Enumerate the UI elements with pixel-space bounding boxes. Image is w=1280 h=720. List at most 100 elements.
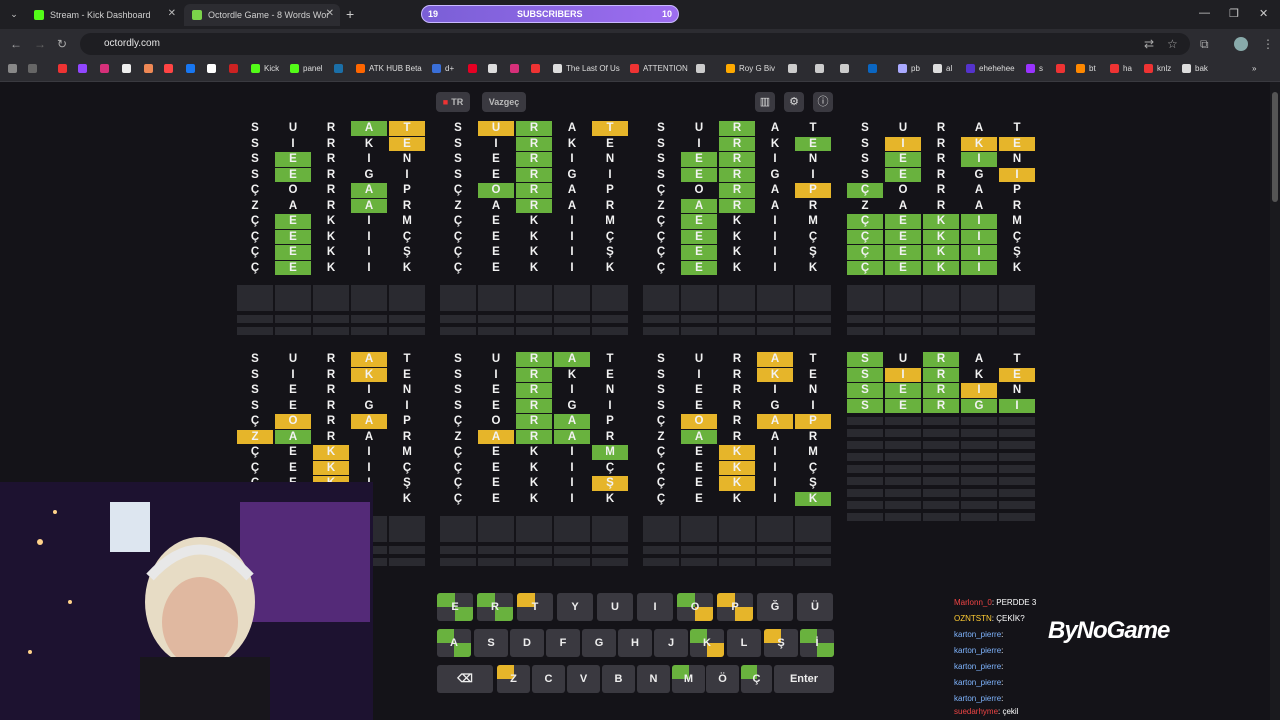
close-window-icon[interactable]: ✕ [1259,7,1268,20]
steam-icon[interactable] [334,64,347,73]
letter-tile: Ş [403,246,411,258]
key-ö[interactable]: Ö [706,665,739,693]
key-b[interactable]: B [602,665,635,693]
bookmark-roy-g-biv[interactable]: Roy G Biv [726,64,775,73]
bookmark-pb[interactable]: pb [898,64,920,73]
key-c[interactable]: C [532,665,565,693]
site-icon[interactable] [531,64,544,73]
minimize-icon[interactable]: — [1199,7,1210,19]
backspace-key[interactable]: ⌫ [437,665,493,693]
scrollbar-thumb[interactable] [1272,92,1278,202]
letter-tile: E [681,245,717,260]
bookmark-bak[interactable]: bak [1182,64,1208,73]
key-v[interactable]: V [567,665,600,693]
maximize-icon[interactable]: ❐ [1229,7,1239,20]
stats-icon[interactable]: ▥ [755,92,775,112]
key-h[interactable]: H [618,629,652,657]
key-g[interactable]: G [582,629,616,657]
bookmark-last-of-us[interactable]: The Last Of Us [553,64,620,73]
bookmark-ehehehee[interactable]: ehehehee [966,64,1015,73]
bookmark-panel[interactable]: panel [290,64,323,73]
bookmark-star-icon[interactable]: ☆ [1167,37,1178,51]
x-icon[interactable] [207,64,220,73]
bookmark-kick[interactable]: Kick [251,64,279,73]
key-e[interactable]: E [437,593,473,621]
site-icon[interactable] [1056,64,1069,73]
linkedin-icon[interactable] [868,64,881,73]
back-icon[interactable]: ← [10,37,22,51]
more-bookmarks-icon[interactable]: » [1252,64,1256,73]
url-field[interactable]: octordly.com [80,33,1190,55]
key-f[interactable]: F [546,629,580,657]
translate-icon[interactable]: ⇄ [1144,37,1154,51]
key-u[interactable]: U [597,593,633,621]
tab-search-icon[interactable]: ⌄ [6,6,22,22]
site-icon[interactable] [696,64,709,73]
grid-icon[interactable] [28,64,41,73]
youtube-icon[interactable] [58,64,71,73]
scrollbar[interactable] [1270,82,1280,720]
key-n[interactable]: N [637,665,670,693]
bookmark-dplus[interactable]: d+ [432,64,454,73]
forward-icon[interactable]: → [34,37,46,51]
site-icon[interactable] [815,64,828,73]
key-o[interactable]: O [677,593,713,621]
bookmark-s[interactable]: s [1026,64,1043,73]
key-a[interactable]: A [437,629,471,657]
language-button[interactable]: ■ TR [436,92,470,112]
enter-key[interactable]: Enter [774,665,834,693]
menu-icon[interactable]: ⋮ [1262,37,1274,51]
key-ç[interactable]: Ç [741,665,772,693]
new-tab-icon[interactable]: + [346,6,354,22]
key-d[interactable]: D [510,629,544,657]
key-k[interactable]: K [690,629,724,657]
instagram-icon[interactable] [510,64,523,73]
tab-kick-dashboard[interactable]: Stream - Kick Dashboard ✕ [26,4,182,26]
snapchat-icon[interactable] [122,64,135,73]
letter-tile: G [364,399,374,412]
site-icon[interactable] [788,64,801,73]
instagram-icon[interactable] [100,64,113,73]
key-i[interactable]: I [637,593,673,621]
apps-icon[interactable] [8,64,21,73]
close-icon[interactable]: ✕ [168,8,176,19]
site-icon[interactable] [840,64,853,73]
key-ğ[interactable]: Ğ [757,593,793,621]
kick-icon [34,10,44,20]
site-icon[interactable] [144,64,157,73]
key-i̇[interactable]: İ [800,629,834,657]
key-j[interactable]: J [654,629,688,657]
twitch-icon[interactable] [78,64,91,73]
bookmark-bt[interactable]: bt [1076,64,1096,73]
bookmark-ha[interactable]: ha [1110,64,1132,73]
info-icon[interactable]: ⓘ [813,92,833,112]
key-ş[interactable]: Ş [764,629,798,657]
board-3: SURATSIRKESERINSERGIÇORAPZARARÇEKIMÇEKIÇ… [643,121,833,336]
settings-icon[interactable]: ⚙ [784,92,804,112]
key-m[interactable]: M [672,665,705,693]
bookmark-al[interactable]: al [933,64,952,73]
site-icon[interactable] [488,64,501,73]
key-ü[interactable]: Ü [797,593,833,621]
key-t[interactable]: T [517,593,553,621]
extensions-icon[interactable]: ⧉ [1200,37,1209,52]
site-icon[interactable] [229,64,242,73]
key-l[interactable]: L [727,629,761,657]
bookmark-attention[interactable]: ATTENTION [630,64,688,73]
profile-avatar[interactable] [1234,37,1248,51]
cancel-button[interactable]: Vazgeç [482,92,526,112]
reload-icon[interactable]: ↻ [57,37,67,51]
key-z[interactable]: Z [497,665,530,693]
key-p[interactable]: P [717,593,753,621]
pinterest-icon[interactable] [468,64,481,73]
letter-tile: I [405,168,409,181]
bookmark-atk-hub[interactable]: ATK HUB Beta [356,64,422,73]
tab-octordle[interactable]: Octordle Game - 8 Words Wor ✕ [184,4,340,26]
valorant-icon[interactable] [164,64,177,73]
key-s[interactable]: S [474,629,508,657]
close-icon[interactable]: ✕ [326,8,334,19]
key-r[interactable]: R [477,593,513,621]
key-y[interactable]: Y [557,593,593,621]
bookmark-knlz[interactable]: knlz [1144,64,1171,73]
facebook-icon[interactable] [186,64,199,73]
